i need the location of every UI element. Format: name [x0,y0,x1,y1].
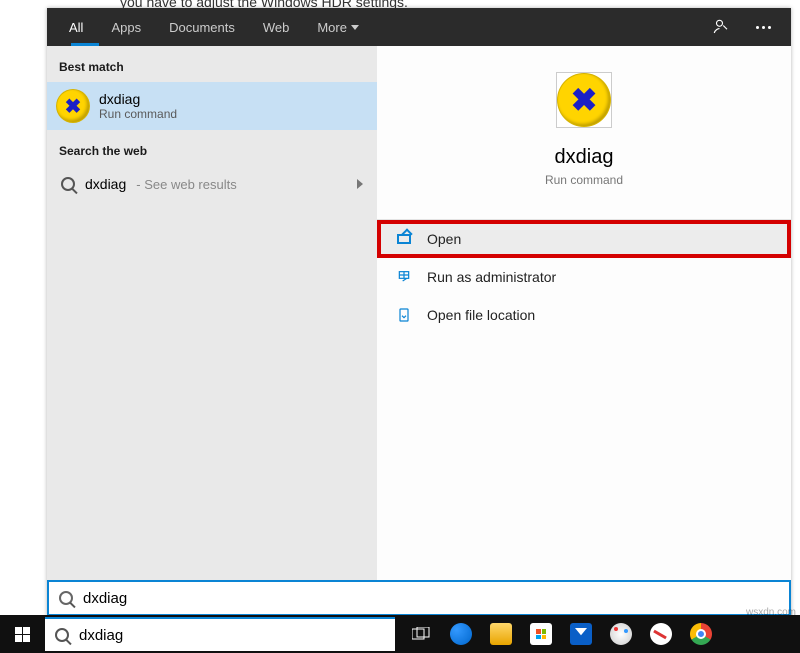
folder-icon [395,306,413,324]
web-result-row[interactable]: dxdiag - See web results [47,166,377,202]
preview-title: dxdiag [555,146,614,169]
preview-app-icon-frame: ✖ [556,72,612,128]
preview-actions: Open Run as administrator Open file loca… [377,219,791,334]
task-view-icon [412,627,430,641]
search-icon [59,591,73,605]
tab-documents[interactable]: Documents [155,8,249,46]
web-result-query: dxdiag [85,176,126,192]
tab-more-label: More [317,20,347,35]
mail-icon [570,623,592,645]
feedback-icon[interactable] [711,17,731,37]
taskbar-app-store[interactable] [521,615,561,653]
action-open-file-location[interactable]: Open file location [377,296,791,334]
action-admin-label: Run as administrator [427,269,556,285]
search-web-header: Search the web [47,130,377,166]
best-match-header: Best match [47,46,377,82]
results-left-column: Best match ✖ dxdiag Run command Search t… [47,46,377,580]
snip-icon [650,623,672,645]
more-options-icon[interactable] [753,17,773,37]
preview-subtitle: Run command [545,173,623,187]
shield-icon [395,268,413,286]
taskbar-search-box[interactable]: dxdiag [45,617,395,651]
taskbar-search-text: dxdiag [79,627,123,644]
palette-icon [610,623,632,645]
tab-web[interactable]: Web [249,8,304,46]
best-match-subtitle: Run command [99,107,177,121]
tab-all[interactable]: All [55,8,97,46]
taskbar: dxdiag [0,615,800,653]
chevron-right-icon [357,179,363,189]
best-match-result[interactable]: ✖ dxdiag Run command [47,82,377,130]
taskbar-app-edge[interactable] [441,615,481,653]
start-search-flyout: All Apps Documents Web More Best match ✖… [47,8,791,616]
dxdiag-icon: ✖ [57,90,89,122]
taskbar-app-chrome[interactable] [681,615,721,653]
task-view-button[interactable] [401,615,441,653]
flyout-search-input[interactable] [83,590,779,607]
tab-apps[interactable]: Apps [97,8,155,46]
file-explorer-icon [490,623,512,645]
best-match-title: dxdiag [99,91,177,107]
action-location-label: Open file location [427,307,535,323]
start-button[interactable] [0,615,44,653]
action-open[interactable]: Open [377,220,791,258]
taskbar-app-mail[interactable] [561,615,601,653]
watermark-text: wsxdn.com [746,607,796,618]
taskbar-pinned-apps [401,615,721,653]
open-icon [395,230,413,248]
action-open-label: Open [427,231,461,247]
web-result-hint: - See web results [136,177,236,192]
store-icon [530,623,552,645]
edge-icon [450,623,472,645]
chrome-icon [690,623,712,645]
action-run-as-admin[interactable]: Run as administrator [377,258,791,296]
taskbar-app-paint[interactable] [601,615,641,653]
flyout-search-box[interactable] [47,580,791,616]
preview-right-column: ✖ dxdiag Run command Open Run as adminis… [377,46,791,580]
taskbar-app-file-explorer[interactable] [481,615,521,653]
taskbar-app-snip[interactable] [641,615,681,653]
chevron-down-icon [351,25,359,30]
dxdiag-icon: ✖ [558,74,610,126]
search-icon [55,628,69,642]
tab-more[interactable]: More [303,8,373,46]
windows-logo-icon [15,627,30,642]
search-tabs: All Apps Documents Web More [47,8,791,46]
search-icon [61,177,75,191]
